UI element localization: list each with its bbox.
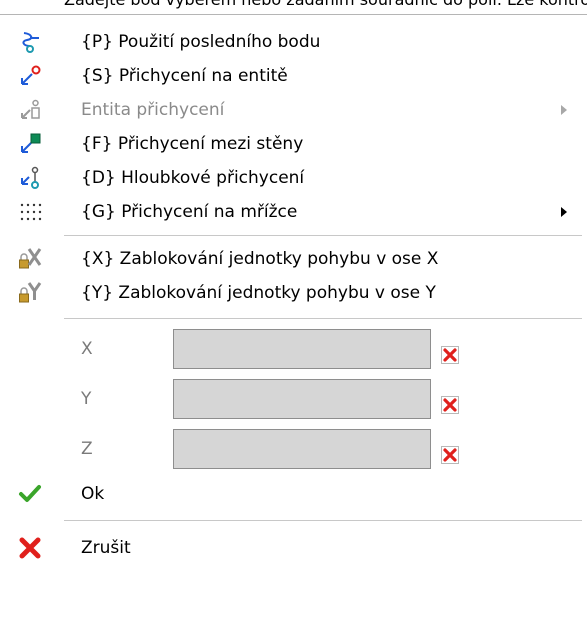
coord-row-y: Y	[0, 378, 587, 422]
menu-separator	[64, 318, 582, 319]
menu-separator	[64, 235, 582, 236]
depth-snap-icon	[18, 166, 42, 190]
coord-input-y[interactable]	[173, 379, 431, 419]
menu-item-label: {D} Hloubkové přichycení	[81, 168, 305, 188]
context-menu: {P} Použití posledního bodu {S} Přichyce…	[0, 14, 587, 619]
ok-label: Ok	[81, 484, 105, 504]
clear-y-button[interactable]	[441, 396, 459, 414]
menu-item-label: {F} Přichycení mezi stěny	[81, 134, 304, 154]
menu-item-depth-snap[interactable]: {D} Hloubkové přichycení	[0, 161, 587, 195]
red-x-icon	[18, 536, 42, 560]
coord-label-y: Y	[81, 389, 92, 409]
red-x-icon	[443, 448, 457, 462]
clear-z-button[interactable]	[441, 446, 459, 464]
menu-separator	[64, 520, 582, 521]
coord-label-x: X	[81, 339, 93, 359]
lock-x-icon	[18, 247, 42, 271]
menu-item-label: {P} Použití posledního bodu	[81, 32, 321, 52]
lock-y-icon	[18, 281, 42, 305]
menu-item-snap-entity-type[interactable]: Entita přichycení	[0, 93, 587, 127]
snap-between-walls-icon	[18, 132, 42, 156]
menu-item-label: {X} Zablokování jednotky pohybu v ose X	[81, 249, 439, 269]
menu-item-last-point[interactable]: {P} Použití posledního bodu	[0, 25, 587, 59]
coord-label-z: Z	[81, 439, 93, 459]
menu-item-label: {Y} Zablokování jednotky pohybu v ose Y	[81, 283, 436, 303]
menu-item-snap-entity[interactable]: {S} Přichycení na entitě	[0, 59, 587, 93]
coord-input-x[interactable]	[173, 329, 431, 369]
menu-item-label: Entita přichycení	[81, 100, 225, 120]
submenu-arrow-icon	[561, 207, 567, 217]
checkmark-icon	[18, 482, 42, 506]
menu-item-lock-x[interactable]: {X} Zablokování jednotky pohybu v ose X	[0, 242, 587, 276]
menu-item-grid-snap[interactable]: {G} Přichycení na mřížce	[0, 195, 587, 229]
red-x-icon	[443, 348, 457, 362]
menu-item-snap-between-walls[interactable]: {F} Přichycení mezi stěny	[0, 127, 587, 161]
menu-item-cancel[interactable]: Zrušit	[0, 531, 587, 565]
grid-snap-icon	[18, 200, 42, 224]
coord-input-z[interactable]	[173, 429, 431, 469]
menu-item-ok[interactable]: Ok	[0, 477, 587, 511]
menu-item-label: {G} Přichycení na mřížce	[81, 202, 298, 222]
background-window-text: Zadejte bod výběrem nebo zadáním souřadn…	[0, 0, 587, 14]
submenu-arrow-icon	[561, 105, 567, 115]
snap-entity-type-icon	[18, 98, 42, 122]
menu-item-lock-y[interactable]: {Y} Zablokování jednotky pohybu v ose Y	[0, 276, 587, 310]
clear-x-button[interactable]	[441, 346, 459, 364]
coord-row-x: X	[0, 328, 587, 372]
background-text: Zadejte bod výběrem nebo zadáním souřadn…	[64, 0, 587, 9]
cancel-label: Zrušit	[81, 538, 131, 558]
snap-entity-icon	[18, 64, 42, 88]
menu-item-label: {S} Přichycení na entitě	[81, 66, 288, 86]
coord-row-z: Z	[0, 428, 587, 472]
red-x-icon	[443, 398, 457, 412]
last-point-icon	[18, 30, 42, 54]
